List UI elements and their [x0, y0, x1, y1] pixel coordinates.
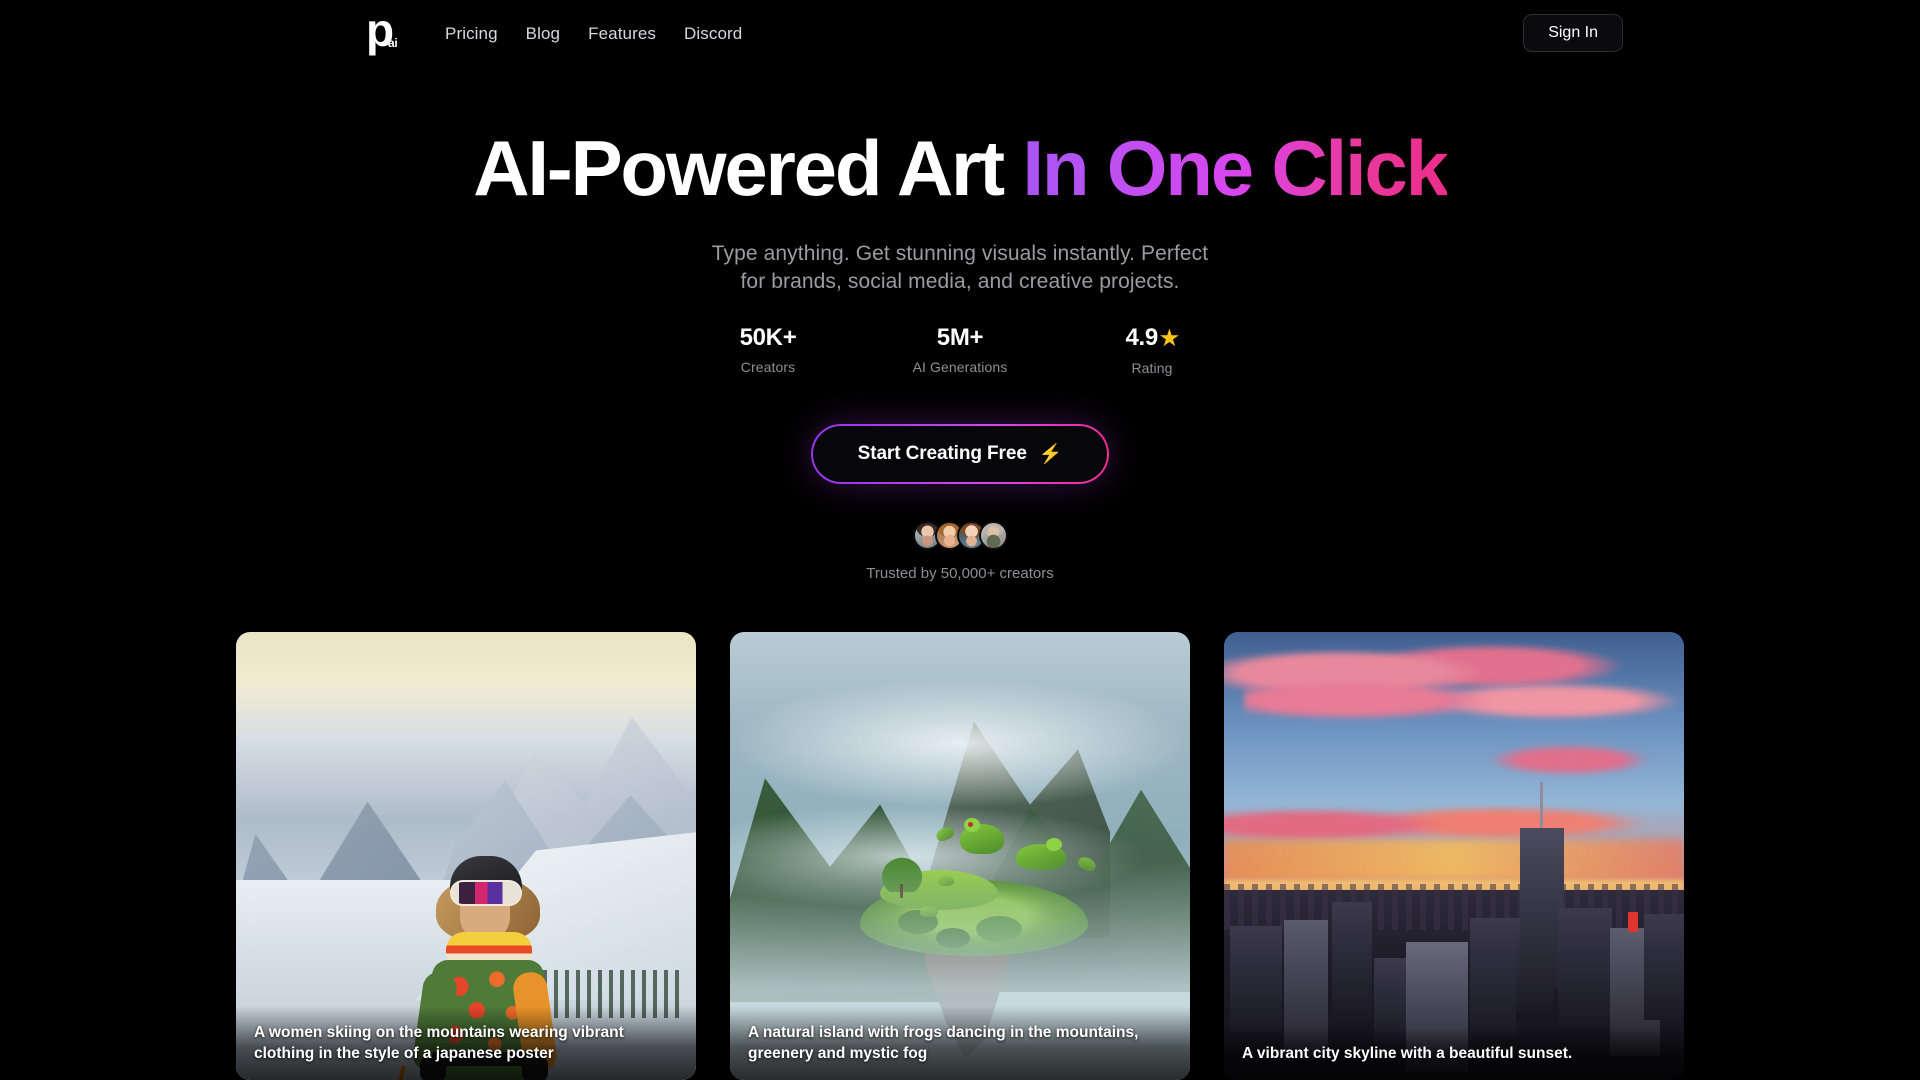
gallery-row: A women skiing on the mountains wearing …	[0, 632, 1920, 1080]
creator-avatars	[0, 521, 1920, 550]
nav-link-blog[interactable]: Blog	[526, 24, 560, 44]
nav-link-pricing[interactable]: Pricing	[445, 24, 498, 44]
stat-creators: 50K+ Creators	[703, 325, 833, 376]
card-caption: A vibrant city skyline with a beautiful …	[1224, 1027, 1684, 1080]
stats-row: 50K+ Creators 5M+ AI Generations 4.9★ Ra…	[0, 325, 1920, 377]
cta-container: Start Creating Free ⚡	[0, 424, 1920, 484]
city-sunset-image	[1224, 632, 1684, 1080]
pai-logo-icon[interactable]: p ai	[366, 7, 410, 56]
subtitle-line-2: for brands, social media, and creative p…	[740, 270, 1180, 293]
gallery-card[interactable]: A women skiing on the mountains wearing …	[236, 632, 696, 1080]
hero-subtitle: Type anything. Get stunning visuals inst…	[0, 240, 1920, 296]
star-icon: ★	[1159, 327, 1179, 350]
stat-rating: 4.9★ Rating	[1087, 325, 1217, 377]
stat-value: 4.9★	[1087, 325, 1217, 352]
subtitle-line-1: Type anything. Get stunning visuals inst…	[711, 242, 1209, 265]
stat-label: Creators	[740, 359, 796, 375]
trust-text: Trusted by 50,000+ creators	[866, 565, 1054, 582]
card-caption: A women skiing on the mountains wearing …	[236, 1006, 696, 1080]
stat-value: 50K+	[739, 324, 797, 351]
lightning-bolt-icon: ⚡	[1038, 444, 1063, 465]
logo-subscript: ai	[388, 36, 398, 50]
cta-label: Start Creating Free	[857, 443, 1027, 464]
cta-inner: Start Creating Free ⚡	[812, 426, 1108, 482]
stat-label: Rating	[1131, 360, 1173, 376]
avatar	[978, 521, 1008, 550]
page-title: AI-Powered Art In One Click	[0, 122, 1920, 214]
rating-number: 4.9	[1125, 324, 1159, 351]
top-navigation-bar: p ai Pricing Blog Features Discord Sign …	[0, 0, 1920, 68]
nav-link-discord[interactable]: Discord	[684, 24, 742, 44]
stat-label: AI Generations	[912, 359, 1008, 375]
nav-links: Pricing Blog Features Discord	[445, 24, 742, 44]
gallery-card[interactable]: A natural island with frogs dancing in t…	[730, 632, 1190, 1080]
headline-plain: AI-Powered Art	[473, 124, 1023, 212]
stat-value: 5M+	[936, 324, 984, 351]
start-creating-free-button[interactable]: Start Creating Free ⚡	[810, 424, 1110, 484]
sign-in-button[interactable]: Sign In	[1523, 14, 1623, 52]
gallery-card[interactable]: A vibrant city skyline with a beautiful …	[1224, 632, 1684, 1080]
stat-generations: 5M+ AI Generations	[895, 325, 1025, 376]
headline-gradient: In One Click	[1022, 124, 1449, 212]
nav-link-features[interactable]: Features	[588, 24, 656, 44]
card-caption: A natural island with frogs dancing in t…	[730, 1006, 1190, 1080]
